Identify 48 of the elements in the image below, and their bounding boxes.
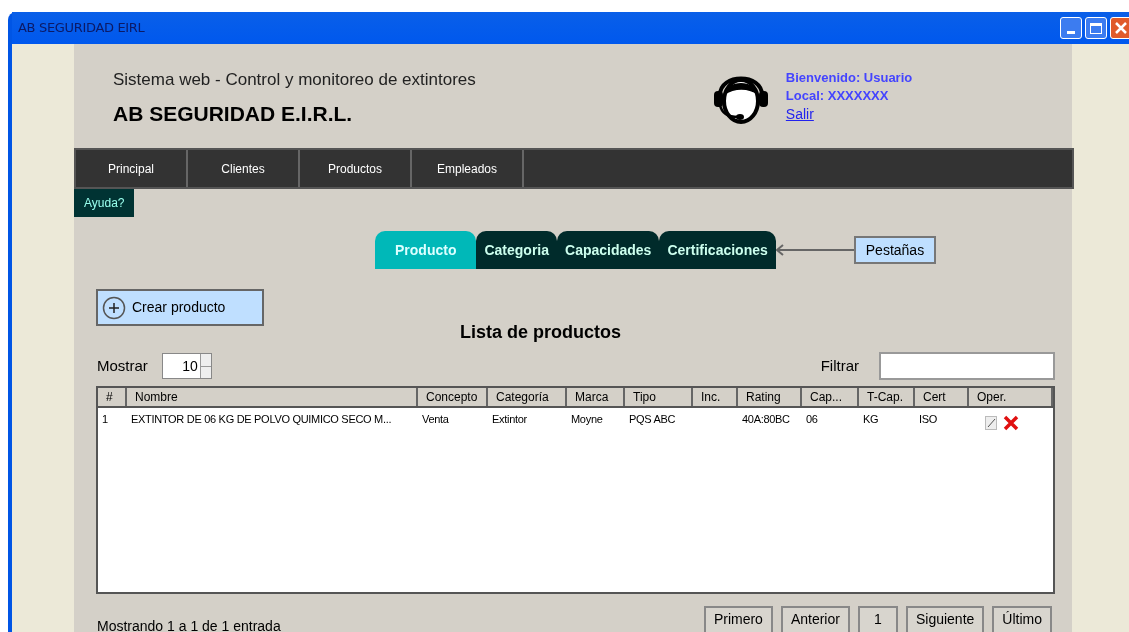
company-name: AB SEGURIDAD E.I.R.L. [113, 101, 354, 127]
pagination-button[interactable]: Último [992, 605, 1052, 632]
column-header: Concepto [418, 388, 488, 406]
column-header: Nombre [127, 388, 418, 406]
subtitle: Sistema web - Control y monitoreo de extintores [113, 68, 476, 91]
welcome-text: Bienvenido: Usuario [785, 69, 913, 87]
show-label: Mostrar [97, 355, 148, 376]
local-text: Local: XXXXXXX [785, 87, 890, 105]
column-header: Oper. [969, 388, 1053, 406]
list-title: Lista de productos [460, 321, 621, 344]
tab[interactable]: Certificaciones [659, 231, 776, 269]
filter-label: Filtrar [820, 355, 859, 376]
column-header: Tipo [625, 388, 693, 406]
table-cell: Extintor [492, 412, 527, 425]
column-header: Rating [738, 388, 802, 406]
table-cell: 06 [806, 412, 818, 425]
table-cell: PQS ABC [629, 412, 676, 425]
column-header: Cap... [802, 388, 859, 406]
column-header: Inc. [693, 388, 738, 406]
table-cell: 40A:80BC [742, 412, 790, 425]
table-cell: KG [863, 412, 879, 425]
table-cell: EXTINTOR DE 06 KG DE POLVO QUIMICO SECO M... [131, 412, 392, 425]
pagination-button[interactable]: Anterior [780, 605, 850, 632]
pagination-button[interactable]: Siguiente [905, 605, 985, 632]
page-size-spinner[interactable]: 10 [161, 353, 212, 379]
logout-link[interactable]: Salir [785, 105, 913, 123]
entries-status: Mostrando 1 a 1 de 1 entrada [97, 617, 281, 632]
column-header: Categoría [488, 388, 567, 406]
tab[interactable]: Categoria [476, 231, 558, 269]
column-header: T-Cap. [859, 388, 915, 406]
nav-item[interactable]: Principal [76, 150, 188, 187]
column-header: Marca [567, 388, 625, 406]
nav-item[interactable]: Productos [300, 150, 412, 187]
tab[interactable]: Capacidades [557, 231, 660, 269]
table-cell: 1 [102, 412, 108, 425]
nav-item[interactable]: Empleados [412, 150, 524, 187]
callout-label: Pestañas [853, 236, 937, 264]
window-title: AB SEGURIDAD EIRL [18, 19, 145, 38]
table-cell: Venta [422, 412, 449, 425]
nav-item[interactable]: Clientes [188, 150, 300, 187]
column-header: # [98, 388, 127, 406]
table-cell: Moyne [571, 412, 603, 425]
page-number-button[interactable]: 1 [857, 605, 898, 632]
help-button[interactable]: Ayuda? [74, 189, 135, 217]
create-product-button[interactable]: Crear producto [96, 289, 264, 326]
pagination-button[interactable]: Primero [703, 605, 773, 632]
column-header: Cert [915, 388, 969, 406]
table-cell: ISO [919, 412, 938, 425]
